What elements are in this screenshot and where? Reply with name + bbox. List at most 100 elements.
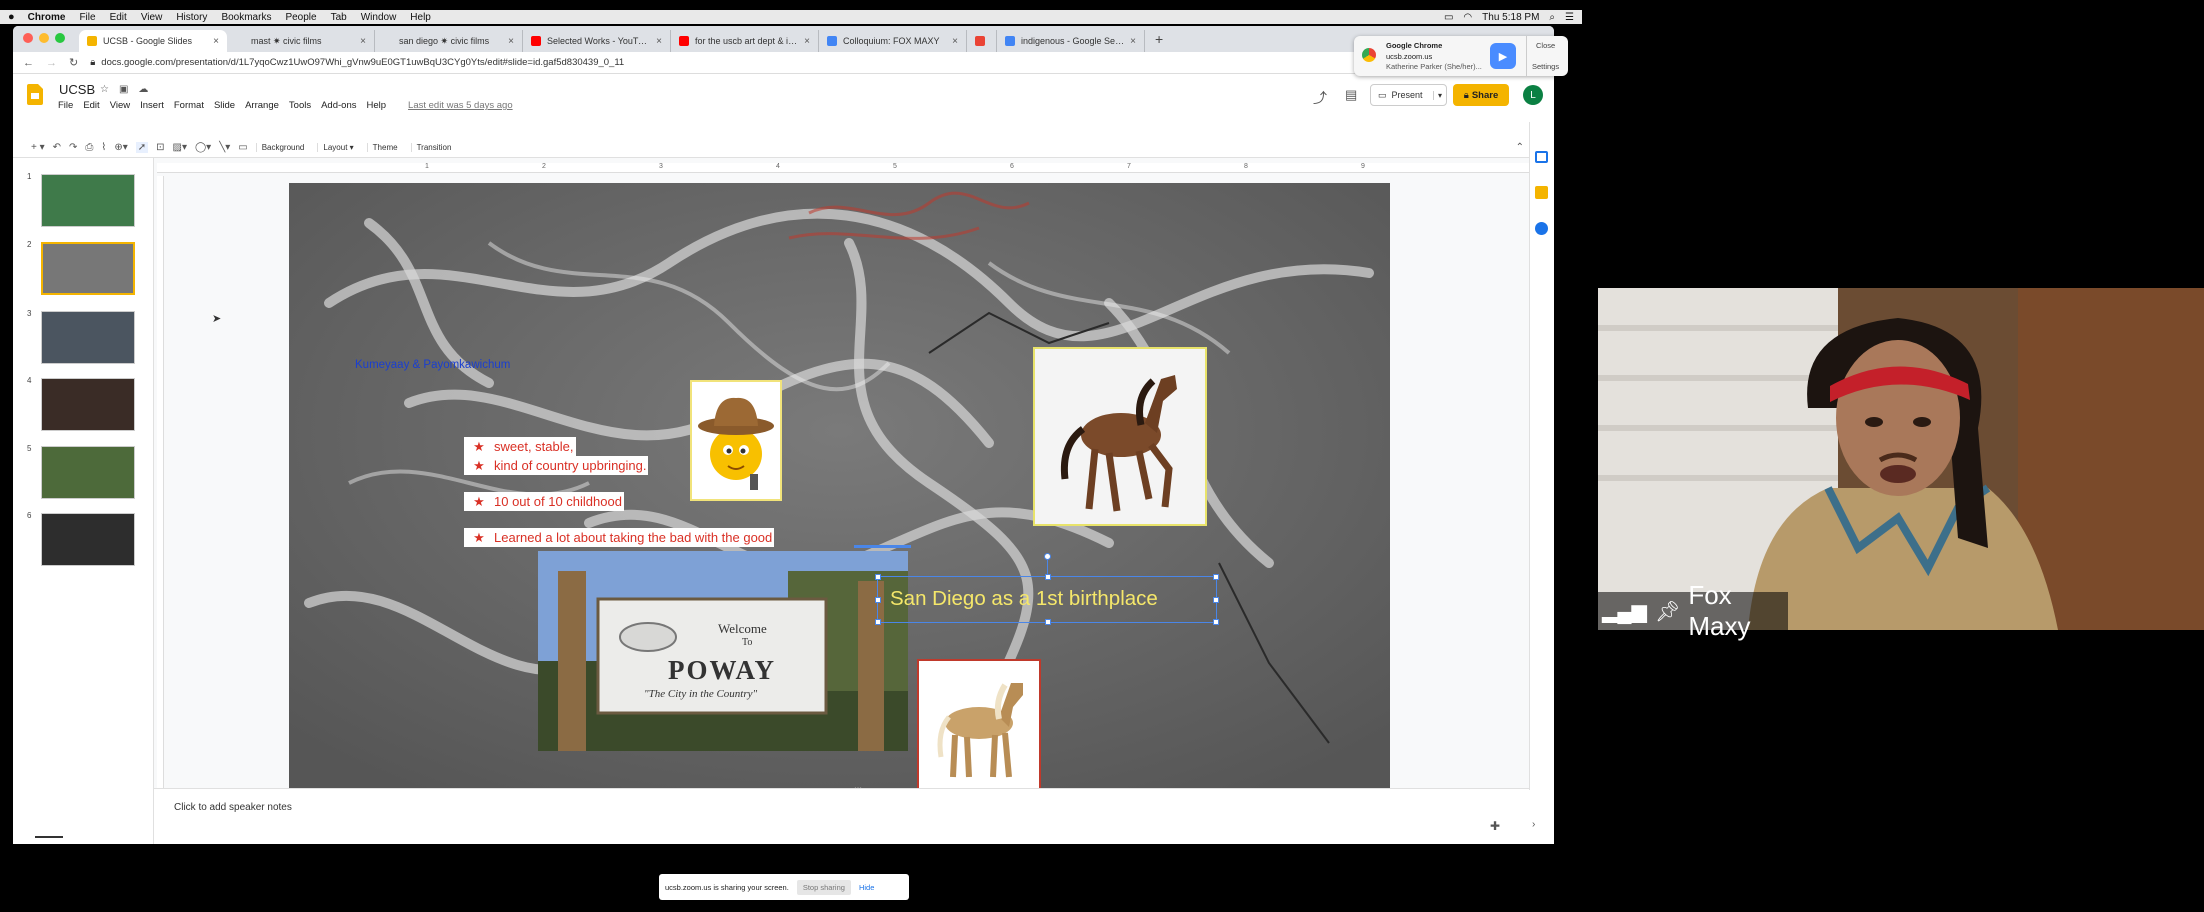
minimize-window-button[interactable]	[39, 33, 49, 43]
doc-menu-format[interactable]: Format	[174, 100, 204, 111]
doc-menu-slide[interactable]: Slide	[214, 100, 235, 111]
browser-tab[interactable]: san diego ✷ civic films ×	[375, 30, 523, 52]
tab-close-icon[interactable]: ×	[804, 36, 810, 47]
bullet-item[interactable]: ★ sweet, stable,	[464, 437, 576, 456]
cloud-status-icon[interactable]: ☁	[138, 84, 148, 95]
palomino-horse-image[interactable]	[917, 659, 1041, 792]
tab-close-icon[interactable]: ×	[360, 36, 366, 47]
resize-handle[interactable]	[875, 574, 881, 580]
browser-tab[interactable]: UCSB - Google Slides ×	[79, 30, 227, 52]
menu-help[interactable]: Help	[403, 12, 438, 23]
layout-button[interactable]: Layout ▾	[317, 143, 358, 152]
google-slides-logo-icon[interactable]	[27, 84, 43, 105]
doc-menu-arrange[interactable]: Arrange	[245, 100, 279, 111]
background-button[interactable]: Background	[255, 143, 310, 152]
resize-handle[interactable]	[1045, 574, 1051, 580]
control-center-icon[interactable]: ☰	[1565, 12, 1574, 23]
tab-close-icon[interactable]: ×	[213, 36, 219, 47]
browser-tab[interactable]: mast ✷ civic films ×	[227, 30, 375, 52]
side-panel-toggle-icon[interactable]: ›	[1532, 819, 1535, 830]
menu-file[interactable]: File	[72, 12, 102, 23]
notification-settings-button[interactable]: Settings	[1532, 62, 1559, 71]
menu-people[interactable]: People	[278, 12, 323, 23]
line-icon[interactable]: ╲▾	[219, 142, 230, 153]
browser-tab[interactable]: Colloquium: FOX MAXY ×	[819, 30, 967, 52]
wifi-icon[interactable]: ◠	[1463, 12, 1472, 23]
reload-icon[interactable]: ↻	[69, 56, 78, 69]
slide-caption-text[interactable]: Kumeyaay & Payomkawichum	[355, 359, 510, 371]
bullet-item[interactable]: ★ 10 out of 10 childhood	[464, 492, 624, 511]
menu-tab[interactable]: Tab	[324, 12, 354, 23]
menu-app-name[interactable]: Chrome	[21, 12, 73, 23]
resize-handle[interactable]	[1213, 574, 1219, 580]
paint-format-icon[interactable]: ⌇	[101, 142, 106, 153]
doc-title[interactable]: UCSB	[59, 82, 95, 97]
redo-icon[interactable]: ↷	[69, 142, 77, 153]
pin-icon[interactable]: 📌︎	[1655, 599, 1680, 624]
poway-sign-photo[interactable]: Welcome To POWAY "The City in the Countr…	[538, 551, 908, 751]
doc-menu-tools[interactable]: Tools	[289, 100, 311, 111]
select-tool-icon[interactable]: ➚	[135, 142, 149, 153]
speaker-notes-panel[interactable]: ⋯ Click to add speaker notes ✚ ›	[154, 783, 1554, 844]
cowboy-emoji-image[interactable]	[690, 380, 782, 501]
browser-tab[interactable]: Selected Works - YouTube ×	[523, 30, 671, 52]
menu-bookmarks[interactable]: Bookmarks	[214, 12, 278, 23]
present-dropdown-icon[interactable]: ▾	[1432, 90, 1446, 100]
slide-thumbnail[interactable]	[41, 378, 135, 431]
resize-handle[interactable]	[1045, 619, 1051, 625]
notes-drag-handle-icon[interactable]: ⋯	[854, 783, 862, 792]
maximize-window-button[interactable]	[55, 33, 65, 43]
tab-close-icon[interactable]: ×	[656, 36, 662, 47]
browser-tab[interactable]: indigenous - Google Search ×	[997, 30, 1145, 52]
doc-menu-view[interactable]: View	[110, 100, 130, 111]
slide-thumbnail[interactable]	[41, 174, 135, 227]
tasks-icon[interactable]	[1535, 222, 1548, 235]
speaker-notes-placeholder[interactable]: Click to add speaker notes	[174, 802, 292, 813]
back-arrow-icon[interactable]: ←	[23, 57, 34, 69]
new-slide-icon[interactable]: + ▾	[31, 142, 45, 153]
slide-thumbnail[interactable]	[41, 513, 135, 566]
browser-tab[interactable]: ×	[967, 30, 997, 52]
doc-menu-insert[interactable]: Insert	[140, 100, 164, 111]
doc-menu-edit[interactable]: Edit	[83, 100, 99, 111]
star-icon[interactable]: ☆	[100, 84, 109, 95]
share-button[interactable]: 🔒︎ Share	[1453, 84, 1509, 106]
last-edit-link[interactable]: Last edit was 5 days ago	[408, 100, 513, 111]
image-icon[interactable]: ▨▾	[173, 142, 187, 153]
apple-icon[interactable]: ●	[0, 11, 21, 23]
chrome-notification[interactable]: Google Chrome ucsb.zoom.us Katherine Par…	[1354, 36, 1568, 76]
bullet-item[interactable]: ★ kind of country upbringing.	[464, 456, 649, 475]
participant-video[interactable]	[1598, 288, 2204, 630]
resize-handle[interactable]	[1213, 597, 1219, 603]
activity-trend-icon[interactable]: ⤴	[1313, 88, 1327, 108]
calendar-icon[interactable]	[1535, 151, 1548, 163]
slide-thumbnail[interactable]	[41, 445, 135, 499]
doc-menu-help[interactable]: Help	[366, 100, 386, 111]
menu-view[interactable]: View	[134, 12, 170, 23]
search-icon[interactable]: ⌕	[1549, 12, 1555, 23]
resize-handle[interactable]	[875, 619, 881, 625]
zoom-icon[interactable]: ⊕▾	[114, 142, 127, 153]
doc-menu-file[interactable]: File	[58, 100, 73, 111]
horse-image[interactable]	[1033, 347, 1207, 526]
slide-thumbnail[interactable]	[41, 241, 135, 295]
resize-handle[interactable]	[875, 597, 881, 603]
new-tab-button[interactable]: +	[1145, 31, 1173, 52]
rotate-handle[interactable]	[1044, 553, 1051, 560]
stop-sharing-button[interactable]: Stop sharing	[796, 879, 851, 895]
shape-icon[interactable]: ◯▾	[195, 142, 211, 153]
theme-button[interactable]: Theme	[366, 143, 403, 152]
selected-textbox-text[interactable]: San Diego as a 1st birthplace	[890, 587, 1158, 611]
browser-tab[interactable]: for the uscb art dept & its arti ×	[671, 30, 819, 52]
doc-menu-addons[interactable]: Add-ons	[321, 100, 356, 111]
battery-icon[interactable]: ▭	[1444, 12, 1453, 23]
close-window-button[interactable]	[23, 33, 33, 43]
notification-close-button[interactable]: Close	[1536, 41, 1555, 50]
textbox-icon[interactable]: ⊡	[156, 142, 164, 153]
bullet-item[interactable]: ★ Learned a lot about taking the bad wit…	[464, 528, 775, 547]
tab-close-icon[interactable]: ×	[508, 36, 514, 47]
slide[interactable]: Kumeyaay & Payomkawichum ★ sweet, stable…	[289, 183, 1390, 802]
tab-close-icon[interactable]: ×	[952, 36, 958, 47]
forward-arrow-icon[interactable]: →	[46, 57, 57, 69]
slide-thumbnail[interactable]	[41, 310, 135, 364]
